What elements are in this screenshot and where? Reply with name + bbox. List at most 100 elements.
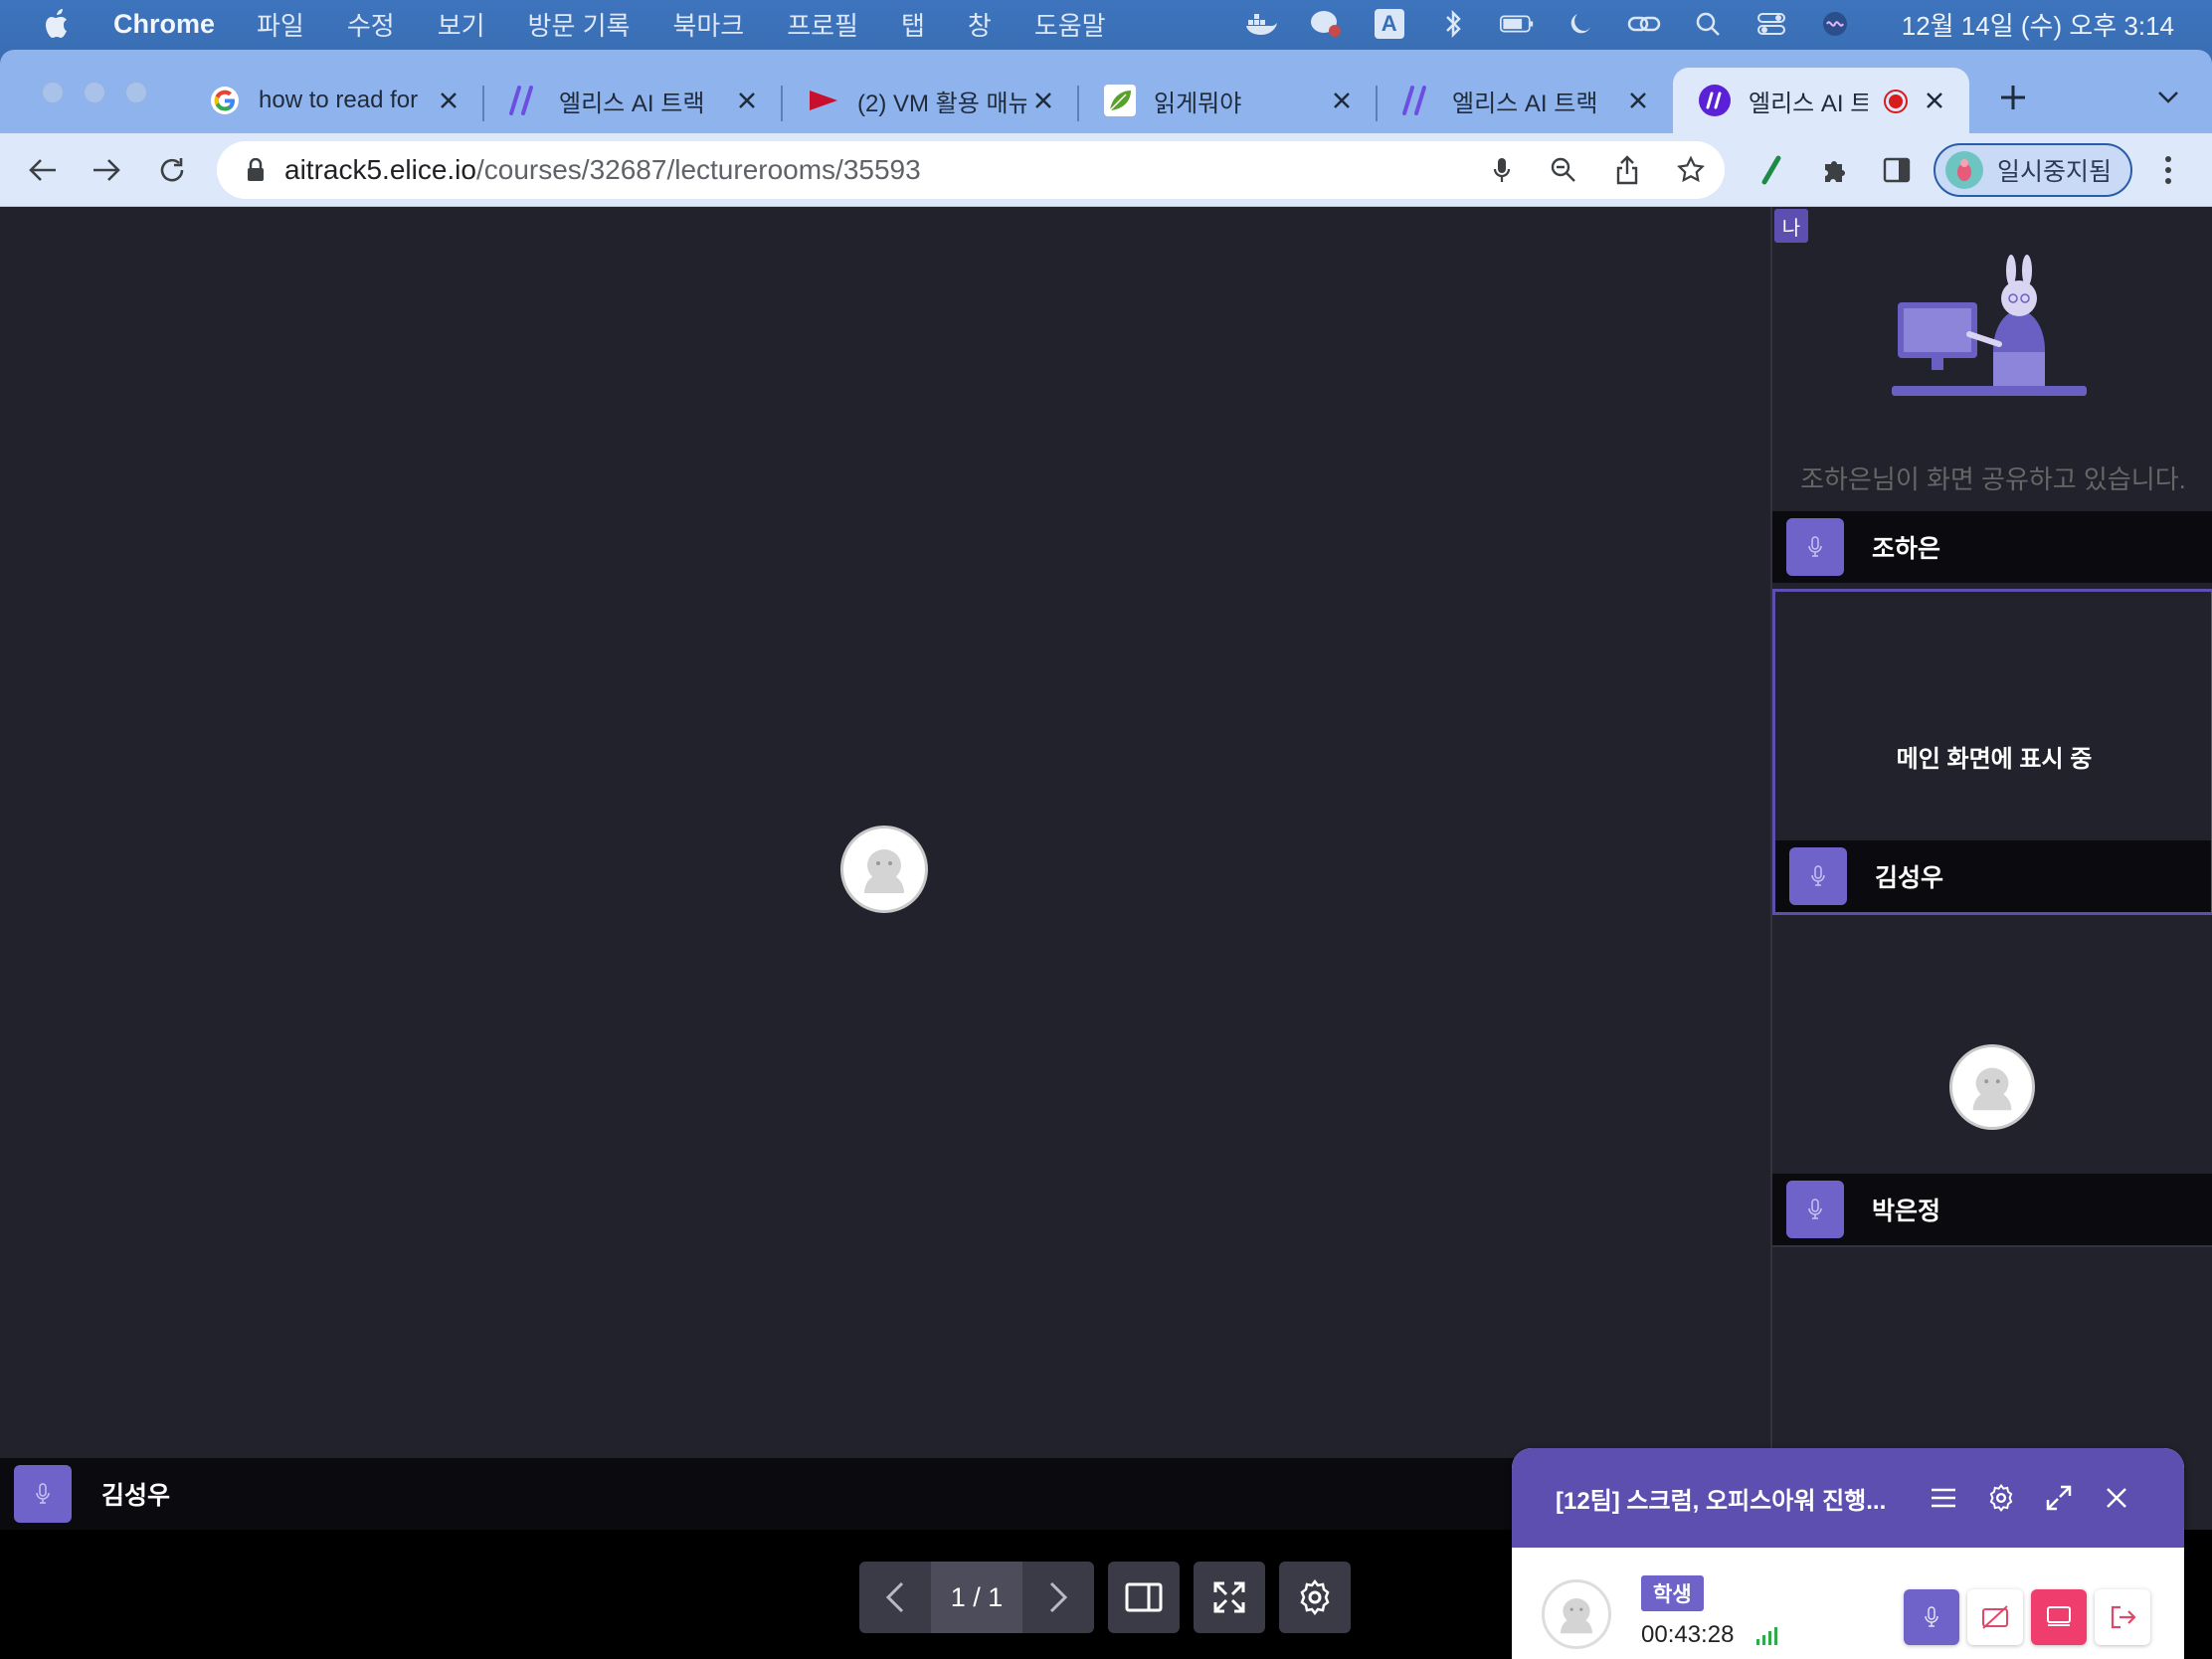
tile-participant-name: 박은정	[1872, 1198, 1941, 1225]
bluetooth-icon[interactable]	[1436, 7, 1470, 41]
prev-page-button[interactable]	[859, 1562, 931, 1633]
menu-window[interactable]: 창	[968, 6, 992, 43]
tab-4[interactable]: 읽게뭐야	[1078, 68, 1378, 133]
main-stage	[0, 207, 1770, 1458]
profile-avatar-icon	[1945, 151, 1983, 189]
tab-title: how to read for	[259, 87, 419, 113]
tab-strip: how to read for 엘리스 AI 트랙 (2) VM 활용 매뉴 읽…	[0, 50, 2212, 133]
lecture-room: 김성우 1 / 1 나 조하은님이 화면 공유하고 있습니다. 조하은 메인 화…	[0, 207, 2212, 1659]
menu-view[interactable]: 보기	[438, 6, 485, 43]
leave-call-button[interactable]	[2095, 1589, 2150, 1645]
mic-icon[interactable]	[1786, 1181, 1844, 1238]
participant-avatar	[1949, 1044, 2035, 1130]
tab-title: 읽게뭐야	[1154, 90, 1242, 117]
call-widget: [12팀] 스크럼, 오피스아워 진행... 학생 00:43:28	[1512, 1448, 2184, 1659]
bookmark-star-icon[interactable]	[1673, 152, 1709, 188]
close-window-button[interactable]	[42, 82, 64, 103]
mic-toggle-button[interactable]	[1904, 1589, 1959, 1645]
close-icon[interactable]	[2099, 1480, 2134, 1516]
tab-3[interactable]: (2) VM 활용 매뉴	[782, 68, 1079, 133]
focus-moon-icon[interactable]	[1564, 7, 1597, 41]
tile-name-bar: 조하은	[1772, 511, 2212, 583]
participant-tile-main[interactable]: 메인 화면에 표시 중 김성우	[1772, 589, 2212, 915]
menu-hamburger-icon[interactable]	[1926, 1480, 1961, 1516]
close-tab-icon[interactable]	[1922, 88, 1947, 113]
lock-icon[interactable]	[241, 158, 271, 182]
participant-tile-sharing[interactable]: 나 조하은님이 화면 공유하고 있습니다. 조하은	[1772, 207, 2212, 583]
participant-tile[interactable]: 박은정	[1772, 919, 2212, 1247]
zoom-window-button[interactable]	[125, 82, 147, 103]
screen-share-status: 조하은님이 화면 공유하고 있습니다.	[1800, 464, 2186, 494]
stage-name-bar: 김성우	[0, 1458, 1770, 1530]
close-tab-icon[interactable]	[1625, 88, 1651, 113]
close-tab-icon[interactable]	[436, 88, 461, 113]
input-source-icon[interactable]: A	[1373, 7, 1406, 41]
recording-icon	[1884, 90, 1908, 113]
elice-slash-icon	[509, 85, 541, 116]
fullscreen-button[interactable]	[1194, 1562, 1265, 1633]
chrome-menu-icon[interactable]	[2150, 151, 2186, 189]
tab-1[interactable]: how to read for	[183, 68, 484, 133]
apple-logo-icon[interactable]	[30, 0, 86, 48]
close-tab-icon[interactable]	[1030, 88, 1056, 113]
menu-edit[interactable]: 수정	[347, 6, 395, 43]
tab-2[interactable]: 엘리스 AI 트랙	[483, 68, 783, 133]
menubar-clock[interactable]: 12월 14일 (수) 오후 3:14	[1902, 6, 2174, 43]
extension-pen-icon[interactable]	[1752, 151, 1790, 189]
participant-avatar	[840, 826, 928, 913]
role-badge: 학생	[1641, 1575, 1704, 1611]
tab-6-active[interactable]: 엘리스 AI 트	[1673, 68, 1969, 133]
extensions-puzzle-icon[interactable]	[1816, 151, 1854, 189]
mic-icon[interactable]	[14, 1465, 72, 1523]
close-tab-icon[interactable]	[734, 88, 760, 113]
spotlight-search-icon[interactable]	[1691, 7, 1725, 41]
tile-name-bar: 박은정	[1772, 1174, 2212, 1245]
tab-5[interactable]: 엘리스 AI 트랙	[1377, 68, 1673, 133]
screen-share-illustration	[1892, 253, 2091, 407]
layout-toggle-button[interactable]	[1108, 1562, 1180, 1633]
expand-icon[interactable]	[2041, 1480, 2077, 1516]
forward-arrow-icon[interactable]	[86, 149, 127, 191]
camera-off-button[interactable]	[1967, 1589, 2023, 1645]
participants-panel: 나 조하은님이 화면 공유하고 있습니다. 조하은 메인 화면에 표시 중 김성…	[1770, 207, 2212, 1458]
docker-icon[interactable]	[1245, 7, 1279, 41]
tile-name-bar: 김성우	[1775, 840, 2211, 912]
menu-history[interactable]: 방문 기록	[528, 6, 631, 43]
zoom-out-icon[interactable]	[1546, 152, 1581, 188]
share-icon[interactable]	[1609, 152, 1645, 188]
back-arrow-icon[interactable]	[22, 149, 64, 191]
menu-tab[interactable]: 탭	[901, 6, 925, 43]
screen-share-button[interactable]	[2031, 1589, 2087, 1645]
chat-icon[interactable]	[1309, 7, 1343, 41]
address-bar[interactable]: aitrack5.elice.io/courses/32687/lecturer…	[217, 141, 1725, 199]
menu-bookmarks[interactable]: 북마크	[672, 6, 744, 43]
new-tab-plus-icon[interactable]	[1993, 78, 2033, 117]
menu-file[interactable]: 파일	[257, 6, 304, 43]
tab-search-chevron-icon[interactable]	[2150, 80, 2186, 115]
settings-gear-button[interactable]	[1279, 1562, 1351, 1633]
microphone-icon[interactable]	[1484, 152, 1520, 188]
profile-button[interactable]: 일시중지됨	[1934, 143, 2132, 197]
elice-slash-icon	[1402, 85, 1434, 116]
mic-icon[interactable]	[1786, 518, 1844, 576]
url-text: aitrack5.elice.io/courses/32687/lecturer…	[284, 154, 921, 186]
minimize-window-button[interactable]	[84, 82, 105, 103]
app-name-menu[interactable]: Chrome	[113, 9, 215, 40]
close-tab-icon[interactable]	[1329, 88, 1355, 113]
page-indicator: 1 / 1	[931, 1562, 1022, 1633]
menu-help[interactable]: 도움말	[1034, 6, 1106, 43]
control-center-icon[interactable]	[1754, 7, 1788, 41]
next-page-button[interactable]	[1022, 1562, 1094, 1633]
menu-profiles[interactable]: 프로필	[787, 6, 858, 43]
widget-settings-icon[interactable]	[1983, 1480, 2019, 1516]
siri-icon[interactable]	[1818, 7, 1852, 41]
red-flag-icon	[808, 85, 839, 116]
reload-icon[interactable]	[151, 149, 193, 191]
battery-icon[interactable]	[1499, 7, 1534, 41]
link-icon[interactable]	[1627, 7, 1661, 41]
macos-menu-bar: Chrome 파일 수정 보기 방문 기록 북마크 프로필 탭 창 도움말 A …	[0, 0, 2212, 48]
me-badge: 나	[1774, 209, 1808, 243]
mic-icon[interactable]	[1789, 847, 1847, 905]
chrome-window: how to read for 엘리스 AI 트랙 (2) VM 활용 매뉴 읽…	[0, 50, 2212, 1659]
side-panel-icon[interactable]	[1878, 151, 1916, 189]
